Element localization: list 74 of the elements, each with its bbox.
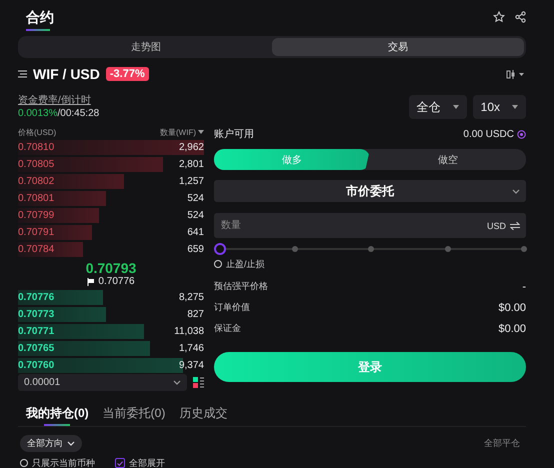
countdown-text: /00:45:28	[57, 108, 100, 119]
last-price: 0.70793	[86, 260, 136, 276]
quantity-text: 641	[187, 227, 204, 238]
detail-value: $0.00	[498, 302, 526, 314]
quantity-text: 659	[187, 244, 204, 255]
direction-filter[interactable]: 全部方向	[20, 435, 82, 452]
star-icon[interactable]	[493, 10, 505, 22]
list-icon[interactable]	[18, 70, 27, 78]
price-text: 0.70773	[18, 309, 54, 320]
quantity-text: 1,257	[178, 176, 204, 187]
chevron-icon	[67, 441, 75, 446]
tpsl-checkbox[interactable]: 止盈/止损	[214, 256, 526, 272]
caret-icon[interactable]	[198, 130, 204, 134]
mark-price: 0.70776	[98, 276, 135, 287]
close-all-button[interactable]: 全部平仓	[478, 436, 526, 451]
price-text: 0.70805	[18, 159, 54, 170]
view-tab[interactable]: 走势图	[20, 38, 272, 56]
flag-icon	[87, 278, 94, 286]
pair-symbol: WIF / USD	[33, 66, 100, 82]
tick-size-dropdown[interactable]: 0.00001	[18, 374, 187, 391]
chevron-icon	[173, 380, 181, 385]
funding-rate: 0.0013%	[18, 108, 58, 119]
price-text: 0.70760	[18, 360, 54, 371]
available-balance: 0.00 USDC	[463, 128, 514, 140]
leverage-dropdown[interactable]: 10x	[472, 95, 526, 119]
check-icon	[117, 460, 123, 466]
price-text: 0.70765	[18, 343, 54, 354]
quantity-text: 2,962	[178, 142, 204, 153]
available-label: 账户可用	[214, 128, 254, 141]
detail-label: 保证金	[214, 322, 241, 335]
view-tab[interactable]: 交易	[272, 38, 524, 56]
price-text: 0.70799	[18, 210, 54, 221]
swap-icon[interactable]	[510, 222, 520, 230]
column-header[interactable]: 数量(WIF)	[160, 126, 196, 138]
detail-label: 订单价值	[214, 301, 250, 314]
coin-icon[interactable]	[517, 130, 526, 138]
positions-tab[interactable]: 历史成交	[179, 405, 228, 426]
detail-value: -	[522, 280, 526, 292]
quantity-text: 827	[187, 309, 204, 320]
share-icon[interactable]	[515, 10, 526, 22]
price-text: 0.70791	[18, 227, 54, 238]
layout-icon[interactable]	[193, 377, 204, 388]
price-text: 0.70801	[18, 193, 54, 204]
margin-mode-dropdown[interactable]: 全仓	[408, 95, 467, 119]
quantity-text: 524	[187, 210, 204, 221]
quantity-text: 524	[187, 193, 204, 204]
quantity-text: 11,038	[174, 326, 204, 337]
chevron-icon	[512, 188, 520, 194]
option-checkbox[interactable]: 全部展开	[115, 455, 165, 468]
price-text: 0.70802	[18, 176, 54, 187]
positions-tab[interactable]: 我的持仓(0)	[26, 405, 89, 426]
side-tab[interactable]: 做空	[370, 149, 526, 170]
funding-rate-link[interactable]: 资金费率/倒计时	[18, 93, 100, 107]
quantity-text: 8,275	[178, 292, 204, 303]
detail-value: $0.00	[498, 322, 526, 334]
unit-label: USD	[486, 220, 506, 230]
order-type-dropdown[interactable]: 市价委托	[214, 180, 526, 202]
candlestick-icon[interactable]	[506, 70, 526, 78]
price-text: 0.70784	[18, 244, 54, 255]
price-text: 0.70776	[18, 292, 54, 303]
caret-icon	[452, 105, 459, 109]
change-badge: -3.77%	[106, 67, 149, 81]
quantity-text: 1,746	[178, 343, 204, 354]
depth-bar	[18, 242, 83, 257]
price-text: 0.70810	[18, 142, 54, 153]
quantity-text: 9,374	[178, 360, 204, 371]
column-header: 价格(USD)	[18, 126, 56, 138]
price-text: 0.70771	[18, 326, 54, 337]
caret-icon	[512, 105, 518, 109]
option-checkbox[interactable]: 只展示当前币种	[20, 455, 95, 468]
positions-tab[interactable]: 当前委托(0)	[102, 405, 166, 426]
detail-label: 预估强平价格	[214, 280, 268, 293]
slider-thumb[interactable]	[214, 243, 226, 255]
quantity-text: 2,801	[178, 159, 204, 170]
